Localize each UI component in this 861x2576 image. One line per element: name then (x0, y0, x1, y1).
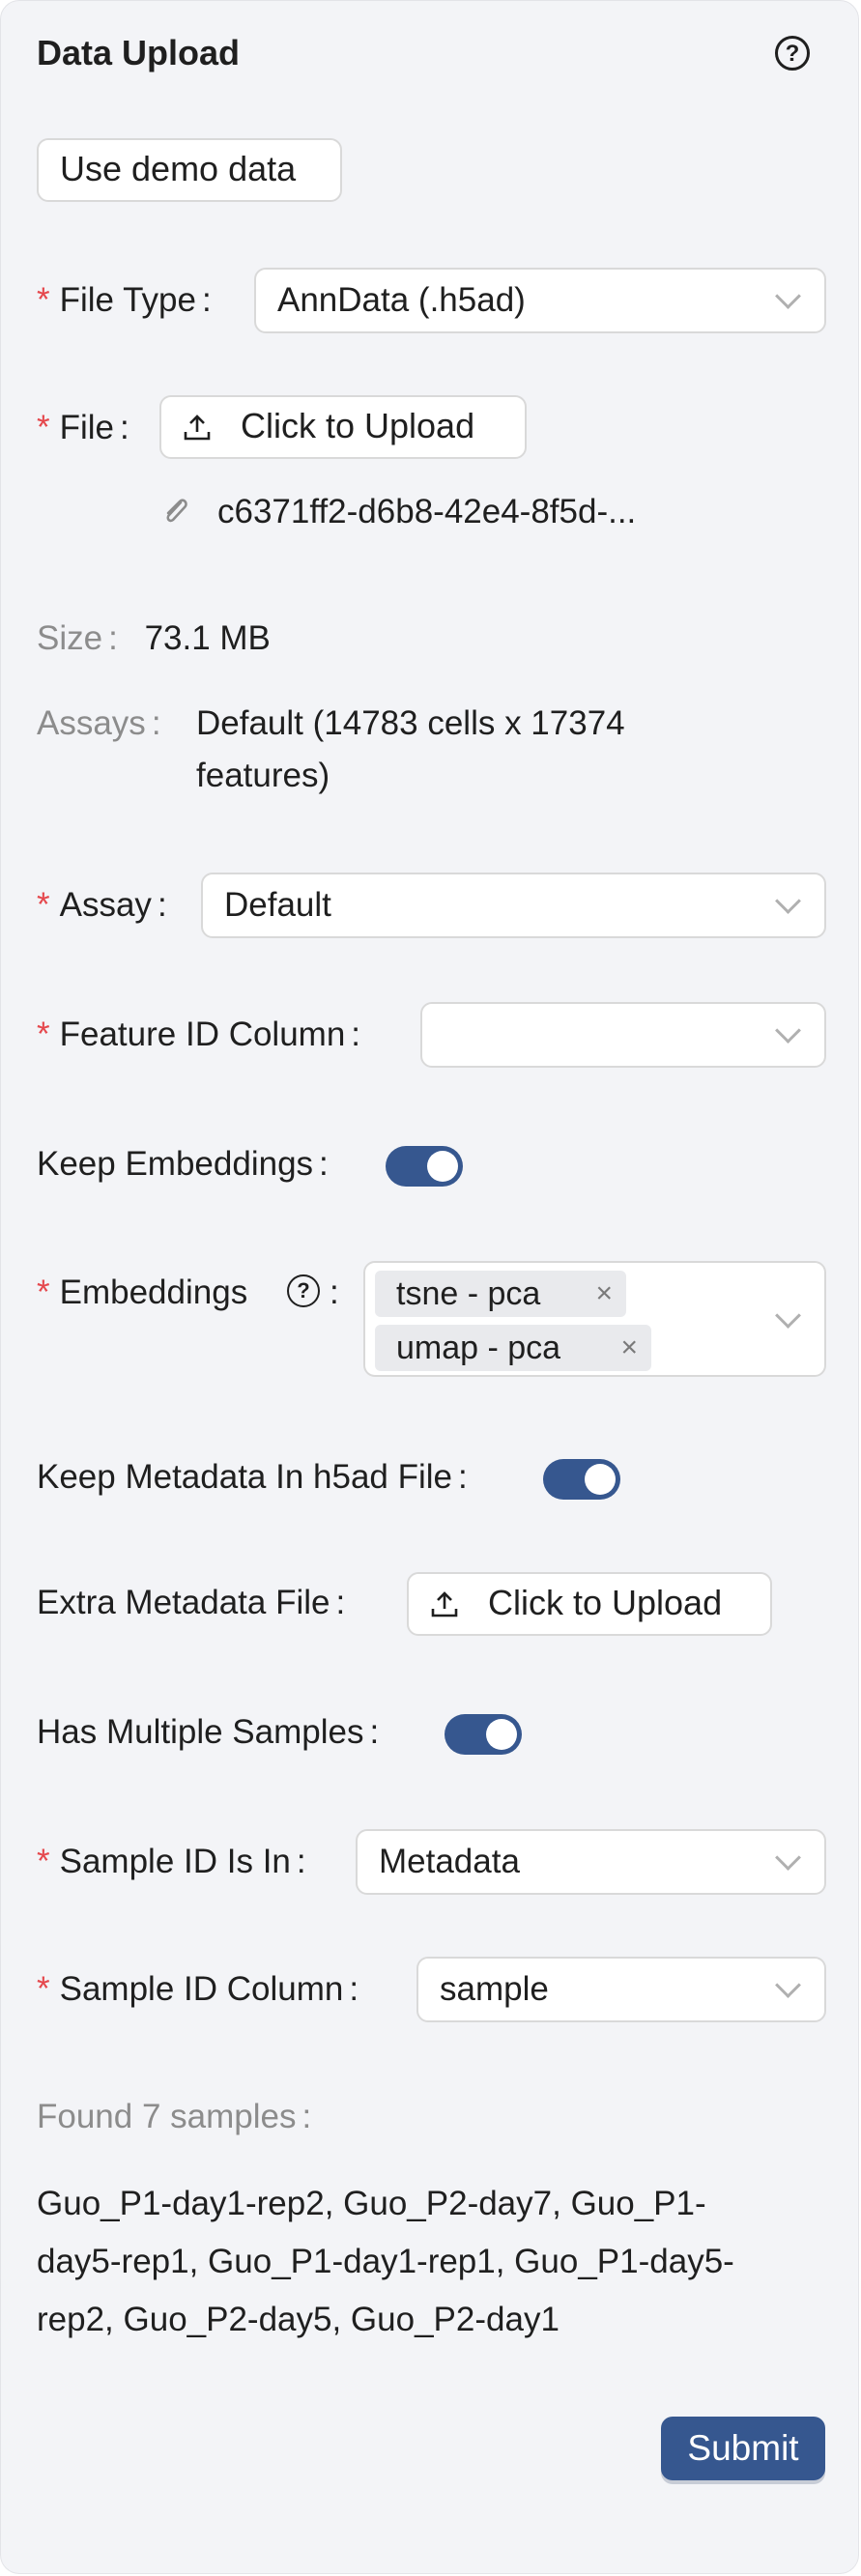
keep-metadata-toggle[interactable] (543, 1459, 620, 1500)
multiple-samples-label: Has Multiple Samples: (37, 1713, 380, 1751)
embeddings-label: * Embeddings (37, 1274, 248, 1311)
sample-id-column-label: * Sample ID Column: (37, 1970, 359, 2008)
chevron-down-icon (775, 1302, 801, 1329)
question-circle-icon[interactable]: ? (775, 36, 810, 71)
samples-list-line3: rep2, Guo_P2-day5, Guo_P2-day1 (37, 2301, 560, 2338)
sample-id-column-value: sample (440, 1970, 549, 2008)
toggle-knob (427, 1151, 458, 1182)
upload-icon (431, 1591, 458, 1617)
assay-label: * Assay: (37, 886, 167, 924)
embedding-tag: tsne - pca × (375, 1271, 626, 1317)
use-demo-data-button[interactable]: Use demo data (37, 138, 342, 202)
size-value: 73.1 MB (144, 619, 271, 657)
chevron-down-icon (775, 283, 801, 309)
question-circle-icon[interactable]: ? (287, 1274, 320, 1307)
chevron-down-icon (775, 888, 801, 914)
chevron-down-icon (775, 1845, 801, 1871)
file-upload-label: Click to Upload (241, 406, 475, 445)
extra-metadata-upload-label: Click to Upload (488, 1583, 723, 1622)
feature-id-select[interactable] (420, 1002, 826, 1068)
close-icon[interactable]: × (595, 1271, 613, 1317)
assays-value-line1: Default (14783 cells x 17374 (196, 704, 625, 742)
size-row: Size: 73.1 MB (37, 619, 271, 657)
toggle-knob (585, 1464, 616, 1495)
samples-list-line1: Guo_P1-day1-rep2, Guo_P2-day7, Guo_P1- (37, 2185, 706, 2222)
uploaded-file-name[interactable]: c6371ff2-d6b8-42e4-8f5d-... (217, 489, 636, 535)
multiple-samples-toggle[interactable] (445, 1714, 522, 1755)
assay-select[interactable]: Default (201, 873, 826, 938)
keep-embeddings-label: Keep Embeddings: (37, 1145, 329, 1183)
sample-id-column-select[interactable]: sample (416, 1957, 826, 2022)
feature-id-label: * Feature ID Column: (37, 1016, 361, 1053)
embeddings-colon: : (330, 1274, 339, 1311)
file-type-label: * File Type: (37, 281, 212, 319)
paperclip-icon (166, 499, 187, 523)
embeddings-multiselect[interactable]: tsne - pca × umap - pca × (363, 1261, 826, 1377)
keep-embeddings-toggle[interactable] (386, 1146, 463, 1187)
file-type-select[interactable]: AnnData (.h5ad) (254, 268, 826, 333)
extra-metadata-upload-button[interactable]: Click to Upload (407, 1572, 772, 1636)
chevron-down-icon (775, 1017, 801, 1044)
file-label: * File: (37, 409, 129, 446)
assay-value: Default (224, 886, 331, 924)
sample-id-in-label: * Sample ID Is In: (37, 1843, 306, 1880)
data-upload-panel: Data Upload ? Use demo data * File Type: … (0, 0, 859, 2574)
extra-metadata-label: Extra Metadata File: (37, 1584, 346, 1621)
file-upload-button[interactable]: Click to Upload (159, 395, 527, 459)
panel-title: Data Upload (37, 33, 241, 72)
file-type-value: AnnData (.h5ad) (277, 281, 526, 319)
upload-icon (184, 415, 211, 441)
chevron-down-icon (775, 1972, 801, 1998)
embedding-tag: umap - pca × (375, 1325, 651, 1371)
samples-list-line2: day5-rep1, Guo_P1-day1-rep1, Guo_P1-day5… (37, 2243, 734, 2280)
sample-id-in-select[interactable]: Metadata (356, 1829, 826, 1895)
keep-metadata-label: Keep Metadata In h5ad File: (37, 1458, 468, 1496)
sample-id-in-value: Metadata (379, 1843, 520, 1880)
found-samples-label: Found 7 samples: (37, 2098, 312, 2135)
submit-button[interactable]: Submit (661, 2417, 825, 2480)
assays-value-line2: features) (196, 757, 330, 794)
assays-label: Assays: (37, 704, 161, 742)
close-icon[interactable]: × (620, 1325, 638, 1371)
toggle-knob (486, 1719, 517, 1750)
